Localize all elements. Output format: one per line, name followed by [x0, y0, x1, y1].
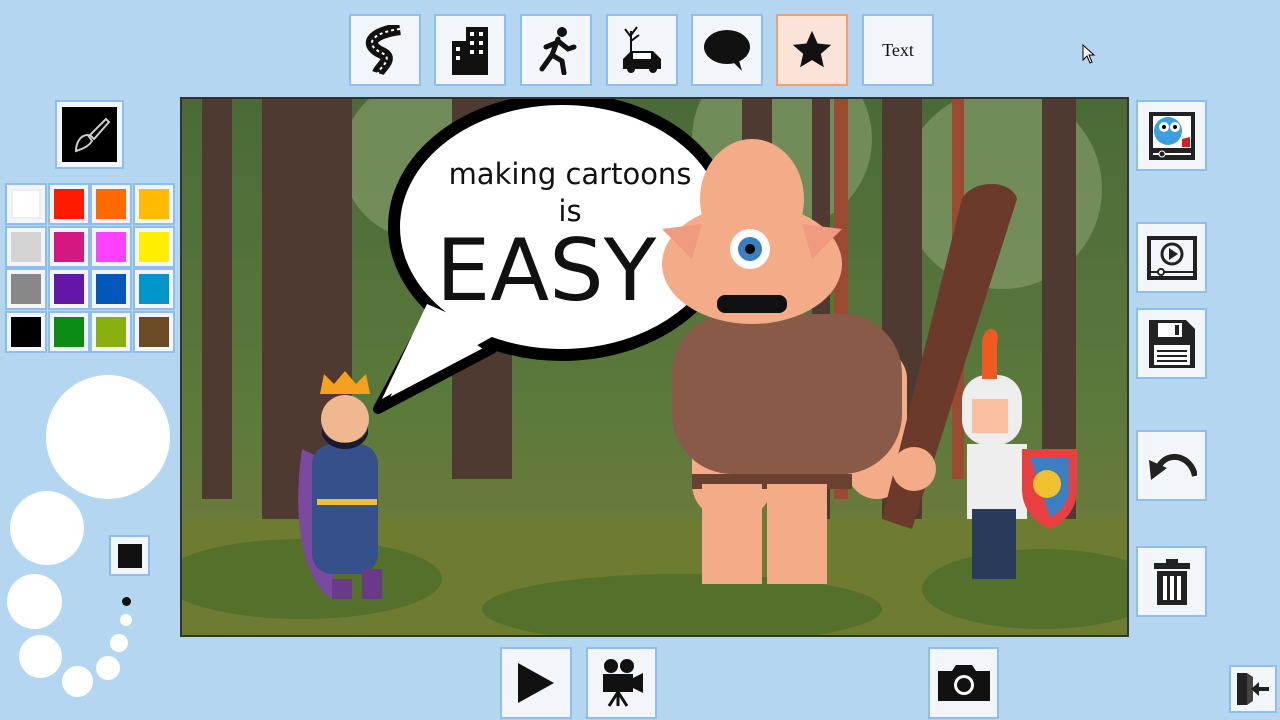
bubble-text-line3[interactable]: EASY	[422, 221, 682, 321]
color-swatch[interactable]	[90, 268, 132, 310]
swatch-fill	[96, 274, 126, 304]
color-swatch[interactable]	[47, 268, 90, 310]
swatch-fill	[138, 231, 169, 262]
exit-icon	[1237, 673, 1269, 705]
star-button[interactable]	[776, 14, 848, 86]
star-icon	[792, 30, 832, 68]
running-person-icon	[539, 27, 577, 75]
swatch-fill	[53, 231, 84, 262]
camera-icon	[937, 665, 990, 701]
color-swatch[interactable]	[90, 310, 132, 353]
building-icon	[452, 27, 488, 75]
character-gallery-button[interactable]	[1136, 100, 1207, 171]
color-swatch[interactable]	[90, 183, 132, 225]
save-button[interactable]	[1136, 308, 1207, 379]
swatch-fill	[53, 316, 84, 347]
swatch-fill	[96, 189, 126, 219]
play-movie-button[interactable]	[1136, 222, 1207, 293]
swatch-fill	[11, 231, 41, 262]
snapshot-button[interactable]	[928, 647, 999, 719]
undo-icon	[1148, 453, 1197, 480]
color-swatch[interactable]	[132, 310, 175, 353]
color-swatch[interactable]	[132, 225, 175, 268]
play-button[interactable]	[500, 647, 572, 719]
brush-size-xl[interactable]	[46, 375, 170, 499]
color-swatch[interactable]	[90, 225, 132, 268]
brush-color-preview[interactable]	[109, 535, 150, 576]
swatch-fill	[138, 189, 169, 219]
brush-size-tiny[interactable]	[110, 634, 128, 652]
speech-bubble-button[interactable]	[691, 14, 763, 86]
mouse-cursor-icon	[1082, 44, 1096, 64]
building-button[interactable]	[434, 14, 506, 86]
play-movie-icon	[1146, 235, 1197, 280]
undo-button[interactable]	[1136, 430, 1207, 501]
record-movie-button[interactable]	[586, 647, 657, 719]
swatch-fill	[11, 316, 41, 347]
road-button[interactable]	[349, 14, 421, 86]
delete-button[interactable]	[1136, 546, 1207, 617]
paintbrush-icon	[74, 117, 110, 152]
color-swatch[interactable]	[5, 268, 47, 310]
brush-size-lg[interactable]	[10, 491, 84, 565]
color-swatch[interactable]	[47, 310, 90, 353]
color-swatch[interactable]	[47, 183, 90, 225]
brush-size-sm[interactable]	[19, 635, 62, 678]
swatch-fill	[11, 189, 41, 219]
swatch-fill	[138, 274, 169, 304]
swatch-fill	[11, 274, 41, 304]
character-button[interactable]	[520, 14, 592, 86]
swatch-fill	[96, 316, 126, 347]
road-icon	[366, 25, 401, 75]
brush-size-xxs[interactable]	[96, 656, 120, 680]
props-button[interactable]	[606, 14, 678, 86]
speech-bubble-icon	[704, 30, 750, 71]
save-icon	[1148, 319, 1195, 368]
swatch-fill	[53, 189, 84, 219]
color-swatch[interactable]	[5, 225, 47, 268]
bubble-text-line1[interactable]: making cartoons	[440, 157, 700, 191]
color-swatch[interactable]	[47, 225, 90, 268]
tree-car-icon	[623, 26, 661, 73]
swatch-fill	[96, 231, 126, 262]
swatch-fill	[53, 274, 84, 304]
movie-camera-icon	[602, 659, 643, 707]
brush-size-xs[interactable]	[62, 666, 93, 697]
play-icon	[518, 663, 554, 703]
text-button-label: Text	[882, 39, 914, 60]
character-gallery-icon	[1148, 111, 1195, 160]
color-swatch[interactable]	[5, 183, 47, 225]
brush-size-mini[interactable]	[120, 614, 132, 626]
color-swatch[interactable]	[5, 310, 47, 353]
swatch-fill	[138, 316, 169, 347]
color-swatch[interactable]	[132, 183, 175, 225]
brush-button[interactable]	[55, 100, 124, 169]
text-button[interactable]: Text	[862, 14, 934, 86]
cartoon-canvas[interactable]: making cartoons is EASY	[180, 97, 1129, 637]
color-swatch[interactable]	[132, 268, 175, 310]
trash-icon	[1153, 558, 1190, 605]
brush-size-md[interactable]	[7, 574, 62, 629]
brush-size-selected[interactable]	[122, 597, 131, 606]
exit-button[interactable]	[1229, 665, 1277, 713]
